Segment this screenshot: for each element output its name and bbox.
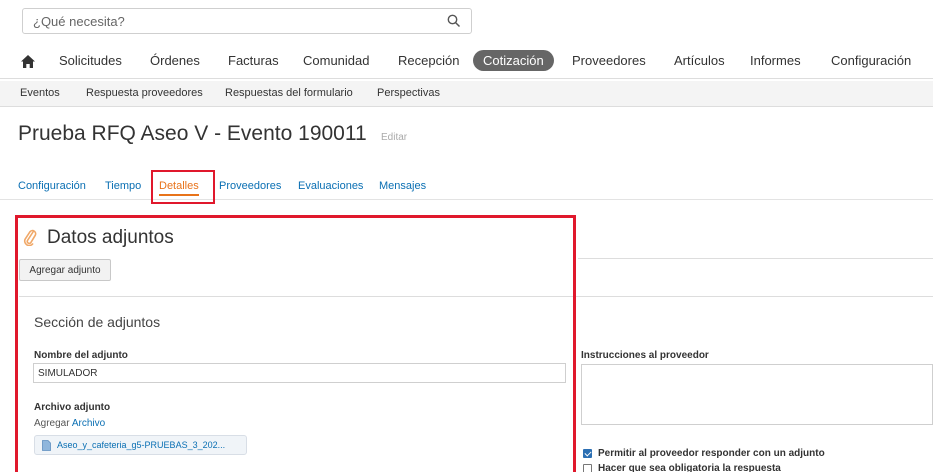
instructions-label: Instrucciones al proveedor	[581, 350, 709, 361]
nav-configuracion[interactable]: Configuración	[831, 53, 911, 68]
subnav-respuestas-formulario[interactable]: Respuestas del formulario	[225, 87, 353, 99]
edit-link[interactable]: Editar	[381, 132, 407, 143]
section-title-divider	[578, 258, 933, 259]
tab-proveedores[interactable]: Proveedores	[219, 180, 281, 192]
tab-evaluaciones[interactable]: Evaluaciones	[298, 180, 363, 192]
search-bar[interactable]	[22, 8, 472, 34]
nav-cotizacion[interactable]: Cotización	[473, 50, 554, 71]
highlight-box-tab	[151, 170, 215, 204]
subnav-respuesta-proveedores[interactable]: Respuesta proveedores	[86, 87, 203, 99]
nav-ordenes[interactable]: Órdenes	[150, 53, 200, 68]
highlight-box-attachments	[15, 215, 576, 472]
allow-attachment-label: Permitir al proveedor responder con un a…	[598, 448, 825, 459]
nav-facturas[interactable]: Facturas	[228, 53, 279, 68]
top-cut-banner	[228, 0, 828, 3]
search-input[interactable]	[23, 9, 443, 33]
tab-configuracion[interactable]: Configuración	[18, 180, 86, 192]
sub-navigation: Eventos Respuesta proveedores Respuestas…	[0, 81, 933, 107]
allow-attachment-checkbox[interactable]	[583, 449, 592, 458]
nav-informes[interactable]: Informes	[750, 53, 801, 68]
main-navigation: Solicitudes Órdenes Facturas Comunidad R…	[0, 45, 933, 79]
nav-recepcion[interactable]: Recepción	[398, 53, 459, 68]
instructions-textarea[interactable]	[581, 364, 933, 425]
required-response-checkbox[interactable]	[583, 464, 592, 472]
tab-tiempo[interactable]: Tiempo	[105, 180, 141, 192]
required-response-label: Hacer que sea obligatoria la respuesta	[598, 463, 781, 472]
home-icon[interactable]	[20, 54, 36, 69]
tabs-divider	[0, 199, 933, 200]
nav-proveedores[interactable]: Proveedores	[572, 53, 646, 68]
subnav-eventos[interactable]: Eventos	[20, 87, 60, 99]
page-title: Prueba RFQ Aseo V - Evento 190011	[18, 122, 367, 145]
nav-comunidad[interactable]: Comunidad	[303, 53, 370, 68]
nav-solicitudes[interactable]: Solicitudes	[59, 53, 122, 68]
tab-mensajes[interactable]: Mensajes	[379, 180, 426, 192]
search-icon[interactable]	[447, 14, 461, 28]
nav-articulos[interactable]: Artículos	[674, 53, 725, 68]
subnav-perspectivas[interactable]: Perspectivas	[377, 87, 440, 99]
